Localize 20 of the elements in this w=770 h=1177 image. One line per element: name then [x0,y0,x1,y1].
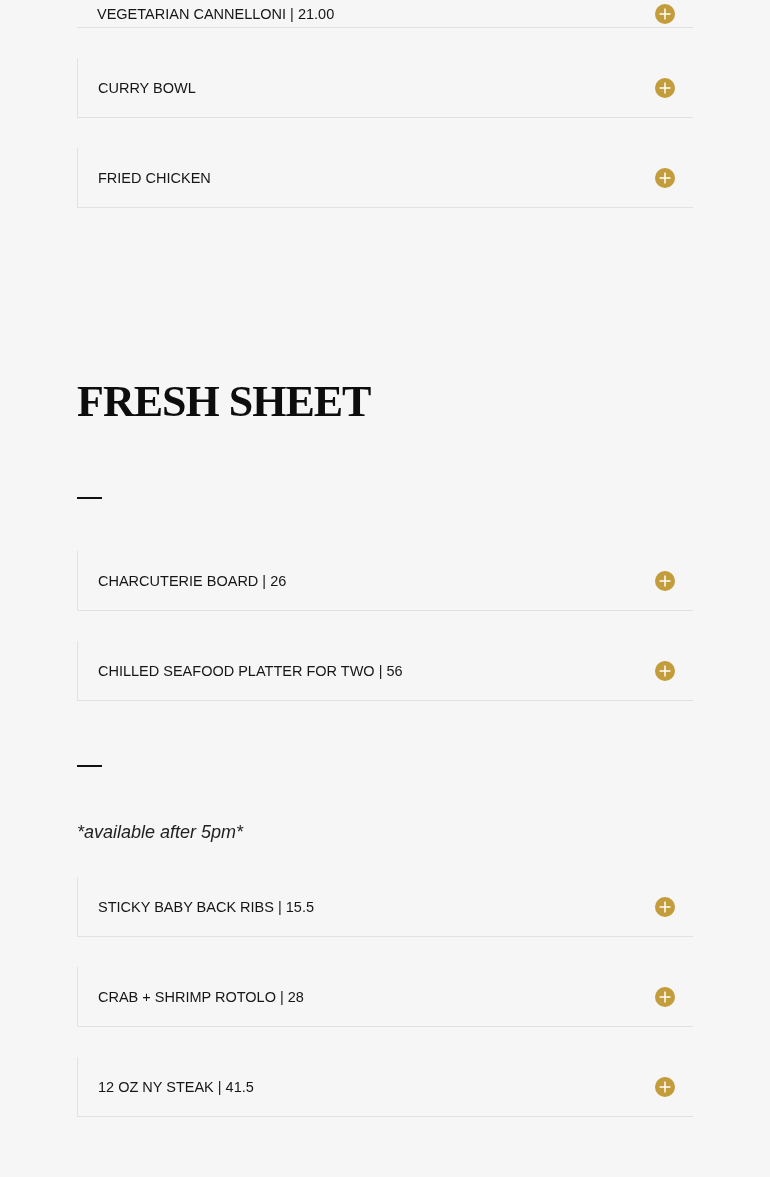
plus-icon [655,77,675,98]
plus-icon [655,3,675,24]
accordion-toggle[interactable]: FRIED CHICKEN [77,148,693,208]
plus-icon [655,1076,675,1097]
accordion-toggle[interactable]: CURRY BOWL [77,58,693,118]
short-rule [77,497,102,499]
accordion-toggle[interactable]: STICKY BABY BACK RIBS | 15.5 [77,877,693,937]
plus-icon [655,660,675,681]
accordion-toggle[interactable]: CHARCUTERIE BOARD | 26 [77,551,693,611]
accordion-toggle[interactable]: CHILLED SEAFOOD PLATTER FOR TWO | 56 [77,641,693,701]
short-rule [77,765,102,767]
plus-icon [655,167,675,188]
accordion-toggle[interactable]: VEGETARIAN CANNELLONI | 21.00 [77,0,693,28]
availability-note: *available after 5pm* [77,821,244,844]
accordion-toggle[interactable]: 12 OZ NY STEAK | 41.5 [77,1057,693,1117]
accordion-toggle[interactable]: CRAB + SHRIMP ROTOLO | 28 [77,967,693,1027]
plus-icon [655,986,675,1007]
plus-icon [655,570,675,591]
section-title: FRESH SHEET [77,380,371,424]
plus-icon [655,896,675,917]
